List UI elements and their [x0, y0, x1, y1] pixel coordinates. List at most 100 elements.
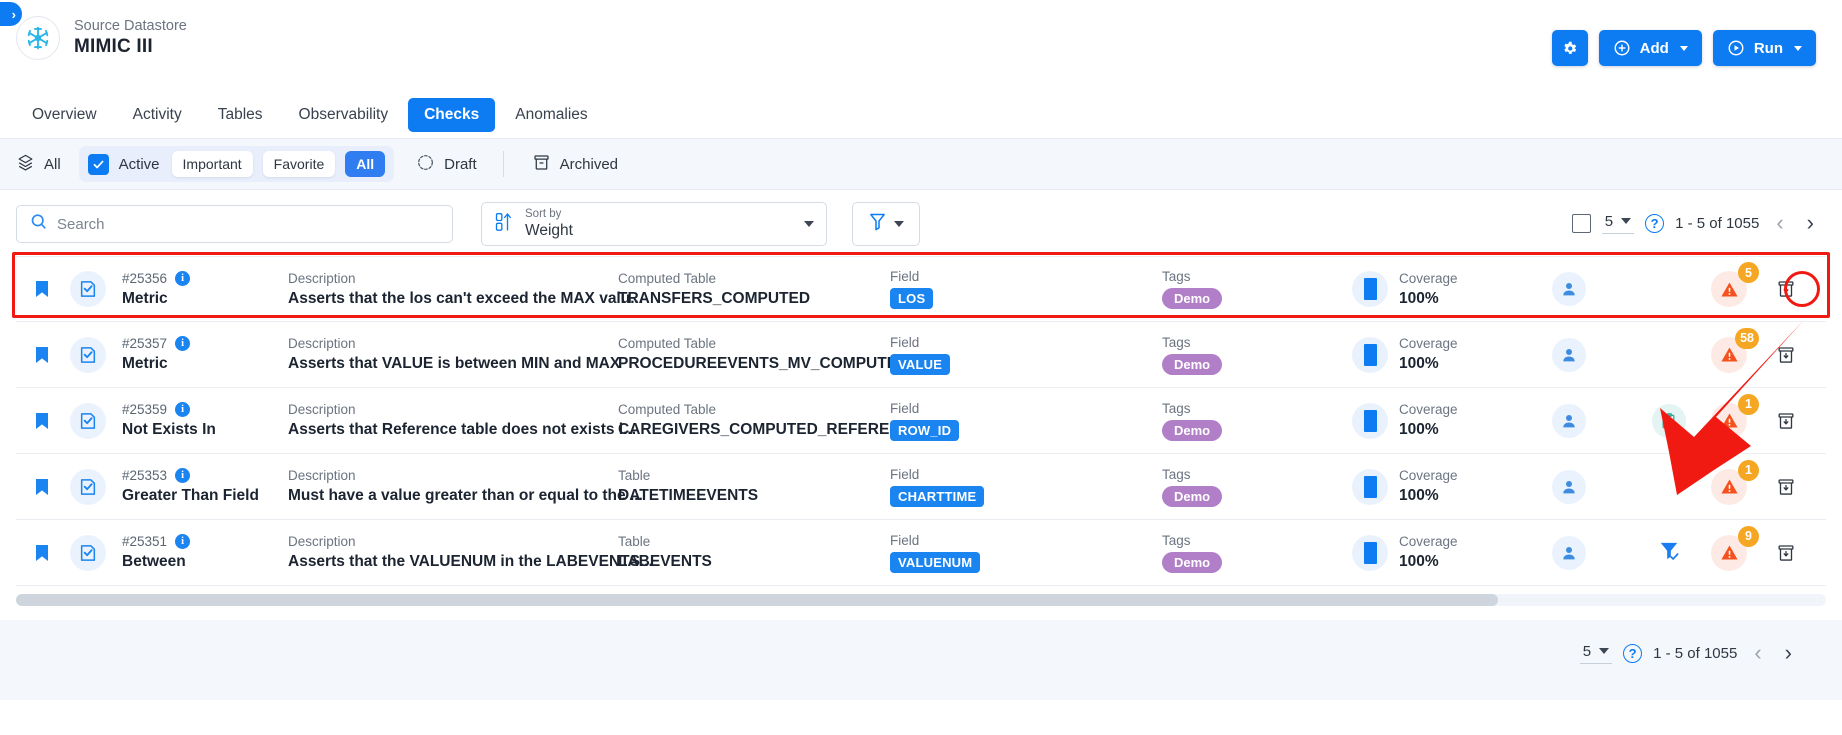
- alerts-cell[interactable]: 1: [1698, 459, 1760, 505]
- coverage-bar-icon: [1352, 468, 1388, 505]
- filter-draft[interactable]: Draft: [394, 153, 497, 176]
- help-icon[interactable]: ?: [1623, 643, 1643, 663]
- owner-cell[interactable]: [1552, 535, 1640, 570]
- info-icon[interactable]: i: [175, 468, 191, 483]
- bookmark-icon[interactable]: [16, 544, 68, 562]
- owner-cell[interactable]: [1552, 337, 1640, 372]
- filter-dropdown-button[interactable]: [852, 202, 920, 246]
- tab-observability[interactable]: Observability: [283, 98, 405, 132]
- scrollbar-thumb[interactable]: [16, 594, 1498, 606]
- table-cell: Computed Table CAREGIVERS_COMPUTED_REFER…: [618, 402, 922, 439]
- bookmark-icon[interactable]: [16, 412, 68, 430]
- coverage-bar-icon: [1352, 402, 1388, 439]
- chevron-down-icon[interactable]: [894, 221, 904, 227]
- active-label[interactable]: Active: [119, 156, 160, 173]
- table-row[interactable]: #25357 i Metric Description Asserts that…: [16, 322, 1826, 388]
- sort-select[interactable]: Sort by Weight: [481, 202, 827, 246]
- chevron-down-icon: [1621, 218, 1632, 224]
- coverage-cell: Coverage 100%: [1352, 468, 1552, 505]
- coverage-value: 100%: [1399, 355, 1439, 372]
- table-cell: Table LABEVENTS: [618, 534, 890, 571]
- next-page-button[interactable]: ›: [1779, 642, 1798, 664]
- chip-all[interactable]: All: [345, 151, 386, 177]
- table-row[interactable]: #25359 i Not Exists In Description Asser…: [16, 388, 1826, 454]
- filter-all-label: All: [44, 155, 61, 173]
- tags-label: Tags: [1162, 466, 1191, 482]
- info-icon[interactable]: i: [175, 402, 191, 417]
- info-icon[interactable]: i: [175, 534, 191, 549]
- top-pagination: 5 ? 1 - 5 of 1055 ‹ ›: [1571, 212, 1820, 234]
- coverage-bar-icon: [1352, 534, 1388, 571]
- extra-icon-cell[interactable]: [1640, 539, 1698, 566]
- prev-page-button[interactable]: ‹: [1748, 642, 1767, 664]
- gear-icon: [1561, 40, 1578, 57]
- description-label: Description: [288, 468, 356, 483]
- tab-anomalies[interactable]: Anomalies: [499, 98, 603, 132]
- tab-activity[interactable]: Activity: [117, 98, 198, 132]
- tab-overview[interactable]: Overview: [16, 98, 113, 132]
- table-row[interactable]: #25353 i Greater Than Field Description …: [16, 454, 1826, 520]
- coverage-value: 100%: [1399, 553, 1439, 570]
- settings-button[interactable]: [1551, 30, 1588, 66]
- archive-row-button[interactable]: [1760, 279, 1812, 299]
- add-button[interactable]: Add: [1598, 30, 1702, 66]
- owner-cell[interactable]: [1552, 469, 1640, 504]
- chip-favorite[interactable]: Favorite: [262, 151, 336, 177]
- snowflake-icon: [16, 16, 60, 60]
- extra-icon-cell[interactable]: [1640, 403, 1698, 438]
- coverage-value: 100%: [1399, 289, 1439, 307]
- check-type-icon: [68, 534, 108, 571]
- horizontal-scrollbar[interactable]: [16, 594, 1826, 606]
- next-page-button[interactable]: ›: [1801, 212, 1820, 234]
- archive-row-button[interactable]: [1760, 477, 1812, 497]
- check-id: #25353: [122, 468, 168, 483]
- tags-label: Tags: [1162, 269, 1191, 284]
- description-value: Asserts that Reference table does not ex…: [288, 421, 637, 438]
- prev-page-button[interactable]: ‹: [1770, 212, 1789, 234]
- chevron-right-icon: ›: [11, 6, 16, 22]
- archive-row-button[interactable]: [1760, 543, 1812, 563]
- alerts-cell[interactable]: 1: [1698, 393, 1760, 439]
- alerts-cell[interactable]: 5: [1698, 262, 1760, 307]
- table-row[interactable]: #25351 i Between Description Asserts tha…: [16, 520, 1826, 586]
- field-cell: Field LOS: [890, 269, 1162, 309]
- field-badge: ROW_ID: [890, 419, 960, 441]
- owner-cell[interactable]: [1552, 272, 1640, 306]
- alerts-cell[interactable]: 9: [1698, 525, 1760, 571]
- filter-all[interactable]: All: [16, 153, 79, 176]
- chevron-down-icon[interactable]: [804, 221, 814, 227]
- chevron-down-icon: [1794, 45, 1802, 51]
- coverage-label: Coverage: [1399, 534, 1458, 549]
- bookmark-icon[interactable]: [16, 478, 68, 496]
- run-button[interactable]: Run: [1712, 30, 1816, 66]
- check-type-label: Not Exists In: [122, 421, 216, 438]
- page-size-select[interactable]: 5: [1579, 643, 1613, 664]
- page-size-select[interactable]: 5: [1601, 213, 1635, 234]
- owner-cell[interactable]: [1552, 403, 1640, 438]
- select-all-checkbox[interactable]: [1571, 213, 1591, 233]
- archive-row-button[interactable]: [1760, 411, 1812, 431]
- help-icon[interactable]: ?: [1645, 213, 1665, 233]
- info-icon[interactable]: i: [175, 336, 191, 351]
- info-icon[interactable]: i: [175, 270, 191, 286]
- bookmark-icon[interactable]: [16, 280, 68, 298]
- table-cell: Computed Table PROCEDUREEVENTS_MV_COMPUT…: [618, 336, 908, 373]
- alert-warning-icon: 5: [1711, 262, 1759, 307]
- user-icon: [1552, 469, 1586, 504]
- check-type-icon: [68, 468, 108, 505]
- coverage-cell: Coverage 100%: [1352, 534, 1552, 571]
- check-id: #25359: [122, 402, 168, 417]
- bookmark-icon[interactable]: [16, 346, 68, 364]
- table-row[interactable]: #25356 i Metric Description Asserts that…: [12, 252, 1830, 322]
- search-input[interactable]: [57, 215, 440, 233]
- archive-row-button[interactable]: [1760, 345, 1812, 365]
- tab-tables[interactable]: Tables: [202, 98, 279, 132]
- description-cell: Description Asserts that Reference table…: [288, 402, 637, 439]
- pagination-range: 1 - 5 of 1055: [1653, 644, 1738, 662]
- tab-checks[interactable]: Checks: [408, 98, 496, 132]
- filter-archived[interactable]: Archived: [510, 153, 618, 176]
- alerts-cell[interactable]: 58: [1698, 327, 1760, 373]
- search-box[interactable]: [16, 205, 453, 243]
- chip-important[interactable]: Important: [171, 151, 253, 177]
- active-checkbox[interactable]: [87, 153, 109, 175]
